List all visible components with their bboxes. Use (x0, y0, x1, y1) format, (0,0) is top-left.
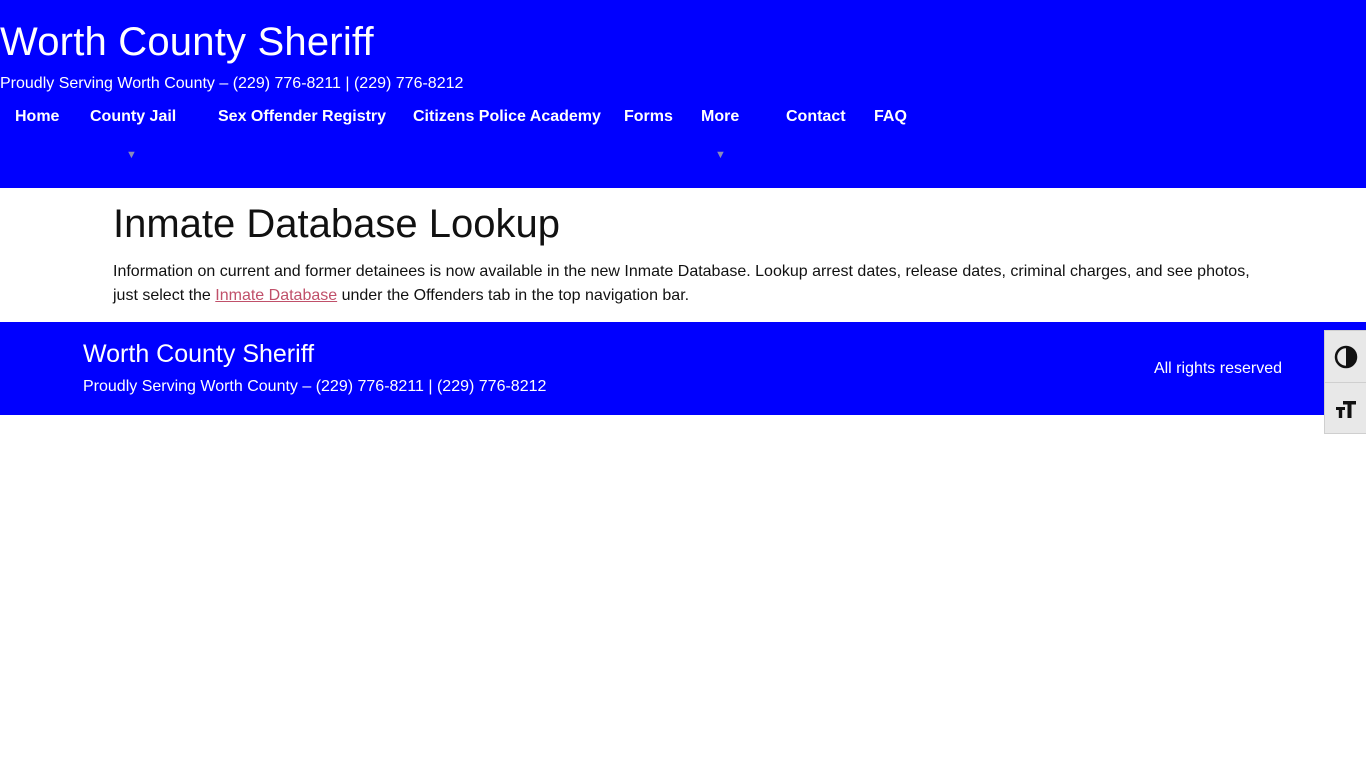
site-header: Worth County Sheriff Proudly Serving Wor… (0, 0, 1366, 188)
main-navigation: Home County Jail Sex Offender Registry C… (0, 106, 1000, 128)
text-size-icon (1336, 401, 1356, 418)
footer-tagline: Proudly Serving Worth County – (229) 776… (83, 378, 547, 395)
county-jail-dropdown-caret-icon[interactable]: ▼ (126, 149, 137, 161)
footer-title: Worth County Sheriff (83, 340, 315, 368)
nav-item-forms[interactable]: Forms (624, 106, 673, 128)
intro-text-after-link: under the Offenders tab in the top navig… (337, 287, 690, 304)
footer-copyright: All rights reserved (1153, 360, 1282, 377)
site-title[interactable]: Worth County Sheriff (0, 18, 374, 66)
nav-item-sex-offender-registry[interactable]: Sex Offender Registry (218, 106, 386, 128)
intro-paragraph: Information on current and former detain… (113, 260, 1253, 308)
site-footer: Worth County Sheriff Proudly Serving Wor… (0, 322, 1366, 415)
nav-item-home[interactable]: Home (15, 106, 59, 128)
nav-item-county-jail[interactable]: County Jail (90, 106, 176, 128)
nav-item-more[interactable]: More (701, 106, 739, 128)
more-dropdown-caret-icon[interactable]: ▼ (715, 149, 726, 161)
site-tagline: Proudly Serving Worth County – (229) 776… (0, 75, 464, 92)
inmate-database-link[interactable]: Inmate Database (215, 287, 337, 304)
nav-item-citizens-police-academy[interactable]: Citizens Police Academy (413, 106, 601, 128)
page-title: Inmate Database Lookup (113, 202, 560, 246)
nav-item-contact[interactable]: Contact (786, 106, 846, 128)
contrast-icon (1334, 345, 1358, 368)
toggle-high-contrast-button[interactable] (1325, 331, 1366, 383)
nav-item-faq[interactable]: FAQ (874, 106, 907, 128)
resize-font-button[interactable] (1325, 383, 1366, 435)
accessibility-toolbar (1324, 330, 1366, 434)
